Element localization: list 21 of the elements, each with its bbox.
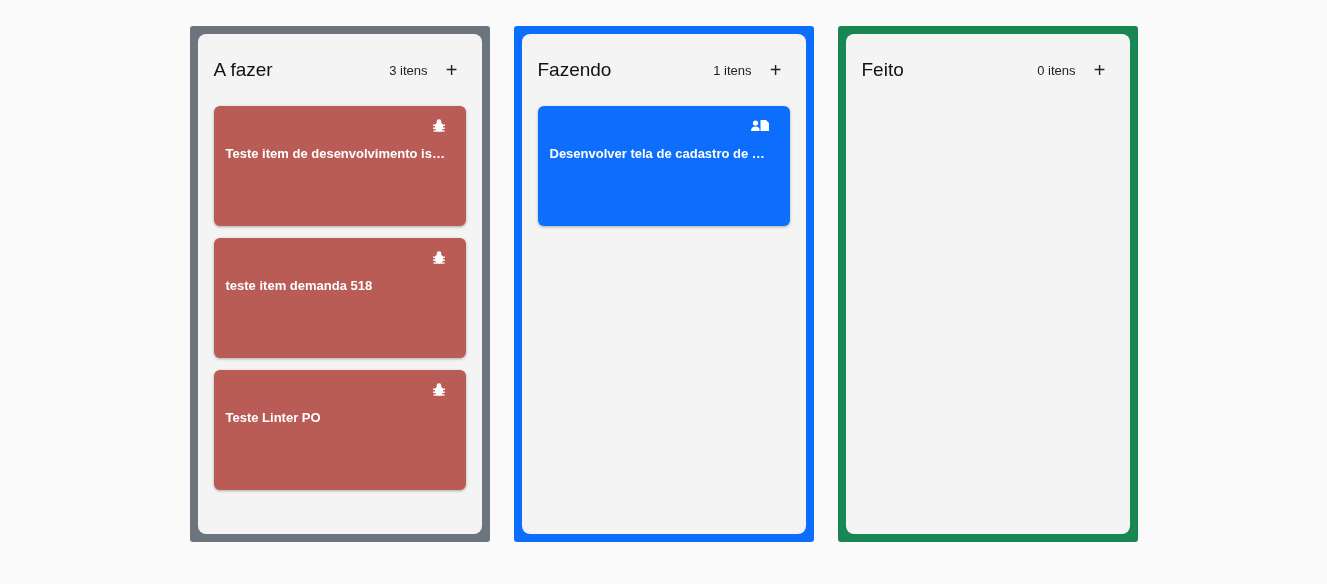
card-title: Teste Linter PO xyxy=(225,410,322,425)
add-button[interactable]: + xyxy=(1085,56,1114,84)
column-title: Fazendo xyxy=(537,59,613,81)
task-card[interactable]: Desenvolver tela de cadastro de … xyxy=(537,106,790,226)
task-card[interactable]: Teste item de desenvolvimento is… xyxy=(213,106,466,226)
bug-icon xyxy=(432,119,445,132)
item-count: 0 itens xyxy=(1037,62,1076,78)
column-title: Feito xyxy=(861,59,905,81)
task-card[interactable]: teste item demanda 518 xyxy=(213,238,466,358)
card-title: Teste item de desenvolvimento is… xyxy=(225,146,446,161)
item-count: 3 itens xyxy=(389,62,428,78)
card-title: Desenvolver tela de cadastro de … xyxy=(549,146,766,161)
card-title: teste item demanda 518 xyxy=(225,278,374,293)
item-count: 1 itens xyxy=(713,62,752,78)
person-document-icon xyxy=(750,119,769,132)
bug-icon xyxy=(432,383,445,396)
task-card[interactable]: Teste Linter PO xyxy=(213,370,466,490)
bug-icon xyxy=(432,251,445,264)
add-button[interactable]: + xyxy=(761,56,790,84)
column-title: A fazer xyxy=(213,59,274,81)
add-button[interactable]: + xyxy=(437,56,466,84)
